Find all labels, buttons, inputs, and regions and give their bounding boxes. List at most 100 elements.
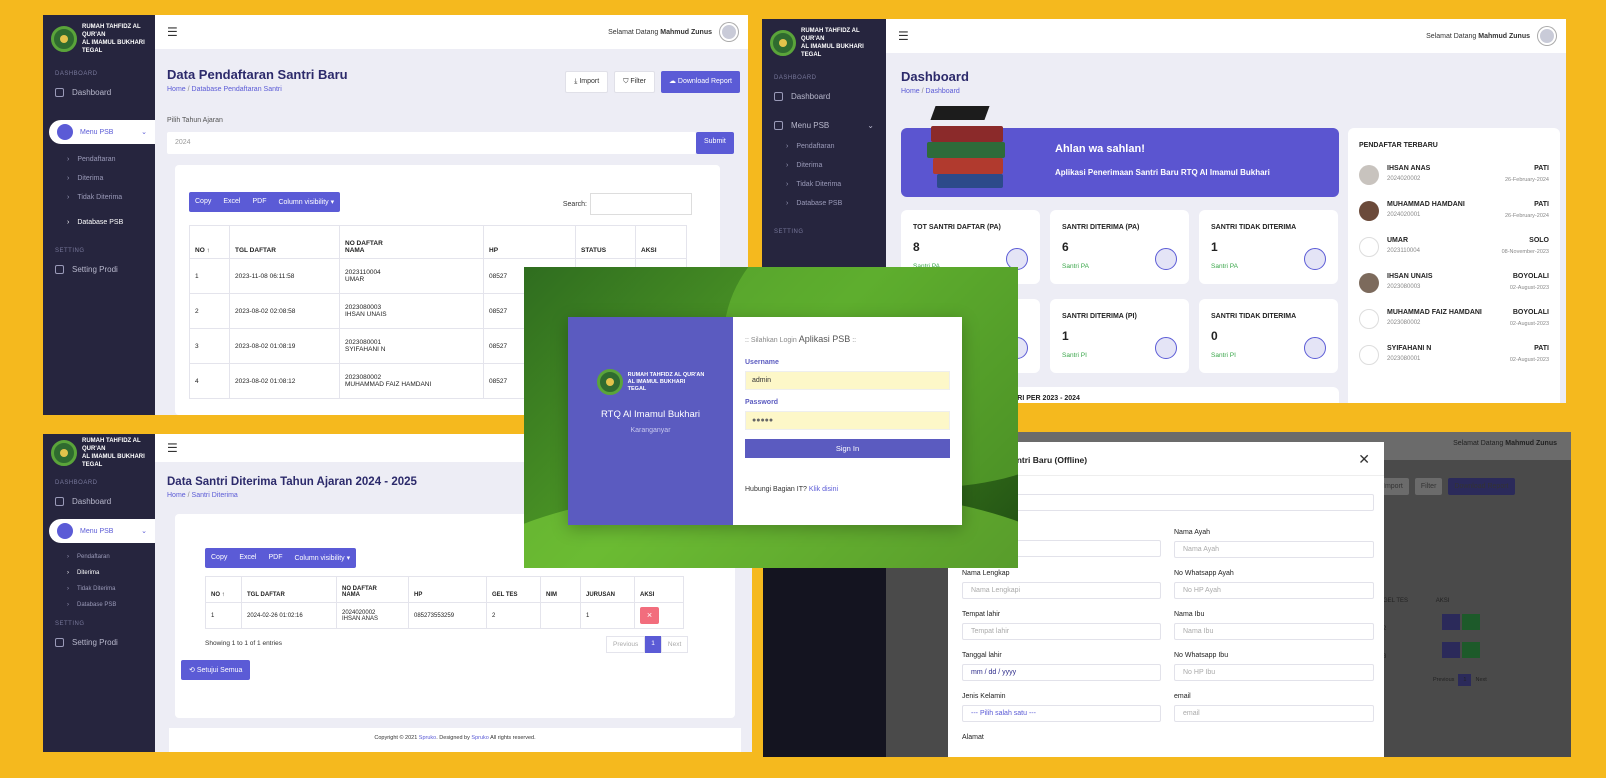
page-button[interactable]: 1 [645,636,661,653]
select-input[interactable]: atu -- [958,494,1374,511]
home-icon [55,497,64,506]
col-hp[interactable]: HP [483,225,576,259]
download-report-button[interactable]: ☁ Download Report [660,71,740,93]
prev-button[interactable]: Previous [606,636,646,653]
approve-all-button[interactable]: ⟲ Setujui Semua [181,660,251,680]
next-button[interactable]: Next [660,636,689,653]
email-input[interactable]: email [1174,705,1374,722]
footer-link[interactable]: Spruko [419,735,436,741]
excel-button[interactable]: Excel [217,192,246,212]
nama-lengkap-input[interactable]: Nama Lengkapi [962,582,1161,599]
wa-ibu-input[interactable]: No HP Ibu [1174,664,1374,681]
sidebar-sub-diterima[interactable]: › Diterima [43,565,155,581]
list-item[interactable]: UMAR 2023110004 SOLO 08-November-2023 [1359,229,1549,265]
sign-in-button[interactable]: Sign In [745,439,950,458]
col-gel-tes[interactable]: GEL TES [486,576,541,603]
books-illustration [911,102,1011,194]
sidebar-item-dashboard[interactable]: Dashboard [762,85,886,108]
hamburger-icon[interactable]: ☰ [167,441,178,455]
breadcrumb-home[interactable]: Home [167,86,186,93]
wa-ayah-input[interactable]: No HP Ayah [1174,582,1374,599]
sidebar-item-setting-prodi[interactable]: Setting Prodi [43,258,155,281]
pdf-button[interactable]: PDF [262,548,288,568]
footer-link[interactable]: Spruko [471,735,488,741]
col-hp[interactable]: HP [408,576,487,603]
list-item[interactable]: IHSAN UNAIS 2023080003 BOYOLALI 02-August-2… [1359,265,1549,301]
col-aksi[interactable]: AKSI [634,576,684,603]
registrant-code: 2023080002 [1387,320,1421,326]
sidebar-sub-diterima[interactable]: › Diterima [762,156,886,175]
page-title: Dashboard [901,69,969,84]
table-row[interactable]: 1 2024-02-26 01:02:16 2024020002 IHSAN ANAS… [205,602,684,629]
chevron-right-icon: › [786,162,789,169]
col-no[interactable]: NO ↑ [205,576,242,603]
jenis-kelamin-select[interactable]: --- Pilih salah satu --- [962,705,1161,722]
hamburger-icon[interactable]: ☰ [167,25,178,39]
breadcrumb-home[interactable]: Home [901,88,920,95]
sidebar-sub-tidak-diterima[interactable]: › Tidak Diterima [43,188,155,207]
filter-button[interactable]: ⛉ Filter [614,71,655,93]
sidebar-item-dashboard[interactable]: Dashboard [43,81,155,104]
list-item[interactable]: MUHAMMAD HAMDANI 2024020001 PATI 26-Februar… [1359,193,1549,229]
sidebar-sub-database-psb[interactable]: › Database PSB [43,597,155,613]
list-item[interactable]: MUHAMMAD FAIZ HAMDANI 2023080002 BOYOLALI 0… [1359,301,1549,337]
col-nim[interactable]: NIM [540,576,581,603]
sidebar-sub-tidak-diterima[interactable]: › Tidak Diterima [43,581,155,597]
help-link[interactable]: Klik disini [809,486,838,493]
col-no-daftar[interactable]: NO DAFTAR NAMA [339,225,484,259]
username-input[interactable]: admin [745,371,950,390]
tanggal-lahir-input[interactable]: mm / dd / yyyy [962,664,1161,681]
tempat-lahir-input[interactable]: Tempat lahir [962,623,1161,640]
col-tgl-daftar[interactable]: TGL DAFTAR [229,225,340,259]
sidebar-item-menu-psb[interactable]: Menu PSB ⌄ [762,114,886,137]
hamburger-icon[interactable]: ☰ [898,29,909,43]
sidebar-item-dashboard[interactable]: Dashboard [43,490,155,513]
edit-icon [1442,614,1461,630]
sidebar-item-menu-psb[interactable]: Menu PSB ⌄ [49,120,155,144]
sidebar-sub-database-psb[interactable]: › Database PSB [43,213,155,232]
copy-button[interactable]: Copy [189,192,217,212]
user-greeting[interactable]: Selamat Datang Mahmud Zunus [1426,27,1556,45]
table-dimmed: GEL TES AKSI 2 3 Previous 1 Next [1383,598,1503,686]
delete-icon[interactable]: × [640,607,659,624]
sidebar-sub-diterima[interactable]: › Diterima [43,169,155,188]
copy-button[interactable]: Copy [205,548,233,568]
sidebar-item-menu-psb[interactable]: Menu PSB ⌄ [49,519,155,543]
sidebar-sub-tidak-diterima[interactable]: › Tidak Diterima [762,175,886,194]
sidebar-sub-database-psb[interactable]: › Database PSB [762,194,886,213]
sidebar-sub-pendaftaran[interactable]: › Pendaftaran [762,137,886,156]
pdf-button[interactable]: PDF [246,192,272,212]
brand-logo[interactable]: RUMAH TAHFIDZ AL QUR'AN AL IMAMUL BUKHARI… [43,15,155,63]
col-status[interactable]: STATUS [575,225,636,259]
topbar: ☰ Selamat Datang Mahmud Zunus [886,19,1566,53]
col-tgl-daftar[interactable]: TGL DAFTAR [241,576,337,603]
close-icon[interactable]: ✕ [1358,451,1370,468]
sidebar-item-label: Diterima [77,570,100,576]
password-input[interactable]: ●●●●● [745,411,950,430]
field-tanggal-lahir: Tanggal lahir mm / dd / yyyy [962,652,1161,681]
brand-logo[interactable]: RUMAH TAHFIDZ AL QUR'AN AL IMAMUL BUKHARI… [762,19,886,67]
nama-ayah-input[interactable]: Nama Ayah [1174,541,1374,558]
col-no[interactable]: NO ↑ [189,225,230,259]
col-no-daftar[interactable]: NO DAFTAR NAMA [336,576,409,603]
excel-button[interactable]: Excel [233,548,262,568]
submit-button[interactable]: Submit [696,132,734,154]
header-actions-dimmed: Import Filter Download Report [1377,478,1515,495]
list-item[interactable]: IHSAN ANAS 2024020002 PATI 26-February-2024 [1359,157,1549,193]
col-jurusan[interactable]: JURUSAN [580,576,635,603]
sidebar-sub-pendaftaran[interactable]: › Pendaftaran [43,150,155,169]
user-greeting[interactable]: Selamat Datang Mahmud Zunus [608,23,738,41]
brand-logo[interactable]: RUMAH TAHFIDZ AL QUR'AN AL IMAMUL BUKHARI… [43,434,155,472]
column-visibility-button[interactable]: Column visibility ▾ [288,548,356,568]
nama-ibu-input[interactable]: Nama Ibu [1174,623,1374,640]
list-item[interactable]: SYIFAHANI N 2023080001 PATI 02-August-2023 [1359,337,1549,373]
column-visibility-button[interactable]: Column visibility ▾ [272,192,340,212]
search-input[interactable] [590,193,692,215]
sidebar-item-setting-prodi[interactable]: Setting Prodi [43,631,155,654]
breadcrumb-home[interactable]: Home [167,492,186,499]
col-aksi[interactable]: AKSI [635,225,687,259]
year-input[interactable]: 2024 [167,132,696,154]
import-button[interactable]: ⤓ Import [565,71,609,93]
login-location: Karanganyar [630,427,671,434]
sidebar-sub-pendaftaran[interactable]: › Pendaftaran [43,549,155,565]
